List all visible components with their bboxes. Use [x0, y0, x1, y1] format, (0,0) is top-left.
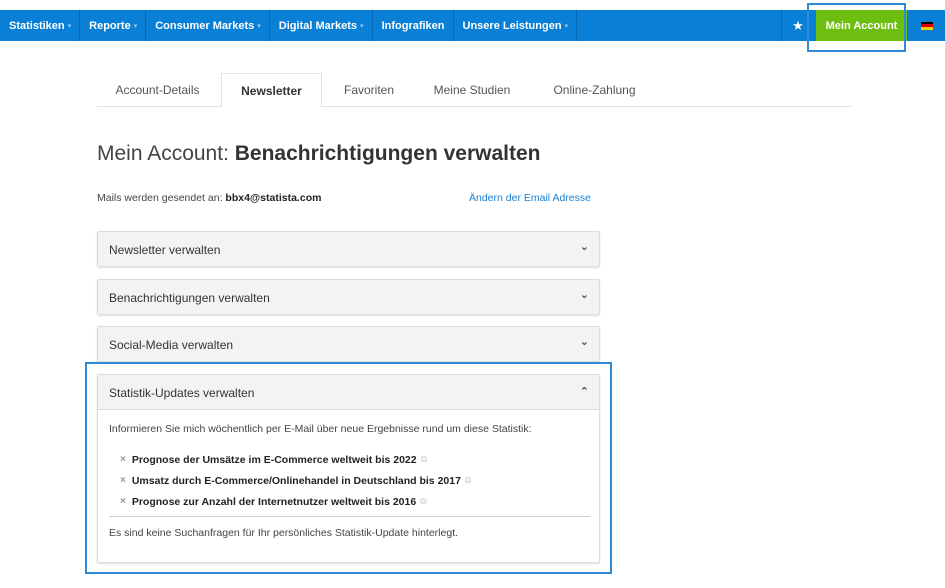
nav-item-label: Reporte	[89, 19, 131, 32]
accordion-benachrichtigungen[interactable]: Benachrichtigungen verwalten ⌄	[97, 279, 600, 315]
nav-item-infografiken[interactable]: Infografiken	[373, 10, 454, 41]
nav-menu: Statistiken ▾ Reporte ▾ Consumer Markets…	[0, 10, 578, 41]
nav-item-label: Consumer Markets	[155, 19, 255, 32]
chevron-down-icon: ⌄	[579, 241, 589, 253]
tab-meine-studien[interactable]: Meine Studien	[415, 73, 529, 107]
nav-item-consumer-markets[interactable]: Consumer Markets ▾	[146, 10, 270, 41]
nav-item-label: Statistiken	[9, 19, 65, 32]
page-title-prefix: Mein Account:	[97, 142, 235, 165]
tab-account-details[interactable]: Account-Details	[97, 73, 218, 107]
caret-down-icon: ▾	[67, 22, 72, 30]
nav-item-unsere-leistungen[interactable]: Unsere Leistungen ▾	[454, 10, 578, 41]
tab-online-zahlung[interactable]: Online-Zahlung	[531, 73, 658, 107]
page-title-bold: Benachrichtigungen verwalten	[234, 142, 541, 165]
accordion-label: Social-Media verwalten	[109, 338, 234, 352]
caret-down-icon: ▾	[564, 22, 569, 30]
account-highlight-frame	[807, 3, 906, 52]
nav-item-digital-markets[interactable]: Digital Markets ▾	[270, 10, 373, 41]
tab-favoriten[interactable]: Favoriten	[325, 73, 413, 107]
mail-recipient: Mails werden gesendet an: bbx4@statista.…	[97, 192, 321, 204]
nav-item-reporte[interactable]: Reporte ▾	[80, 10, 147, 41]
accordion-newsletter[interactable]: Newsletter verwalten ⌄	[97, 231, 600, 267]
nav-item-label: Unsere Leistungen	[462, 19, 562, 32]
accordion-label: Benachrichtigungen verwalten	[109, 291, 270, 305]
account-tabs: Account-Details Newsletter Favoriten Mei…	[97, 73, 851, 108]
nav-item-label: Digital Markets	[278, 19, 358, 32]
nav-item-statistiken[interactable]: Statistiken ▾	[0, 10, 81, 41]
chevron-down-icon: ⌄	[579, 336, 589, 348]
top-navigation: Statistiken ▾ Reporte ▾ Consumer Markets…	[0, 10, 945, 41]
accordion-social-media[interactable]: Social-Media verwalten ⌄	[97, 326, 600, 362]
caret-down-icon: ▾	[133, 22, 138, 30]
mail-address: bbx4@statista.com	[225, 192, 322, 204]
nav-item-label: Infografiken	[381, 19, 445, 32]
accordion-label: Newsletter verwalten	[109, 243, 221, 257]
mail-label: Mails werden gesendet an:	[97, 192, 226, 204]
panel-highlight-frame	[85, 362, 612, 574]
caret-down-icon: ▾	[360, 22, 364, 30]
tab-newsletter[interactable]: Newsletter	[221, 73, 322, 108]
language-switch[interactable]	[909, 10, 945, 41]
change-email-link[interactable]: Ändern der Email Adresse	[469, 192, 591, 204]
chevron-down-icon: ⌄	[579, 289, 589, 301]
germany-flag-icon	[921, 21, 933, 30]
page-title: Mein Account: Benachrichtigungen verwalt…	[97, 142, 540, 166]
caret-down-icon: ▾	[257, 22, 261, 30]
